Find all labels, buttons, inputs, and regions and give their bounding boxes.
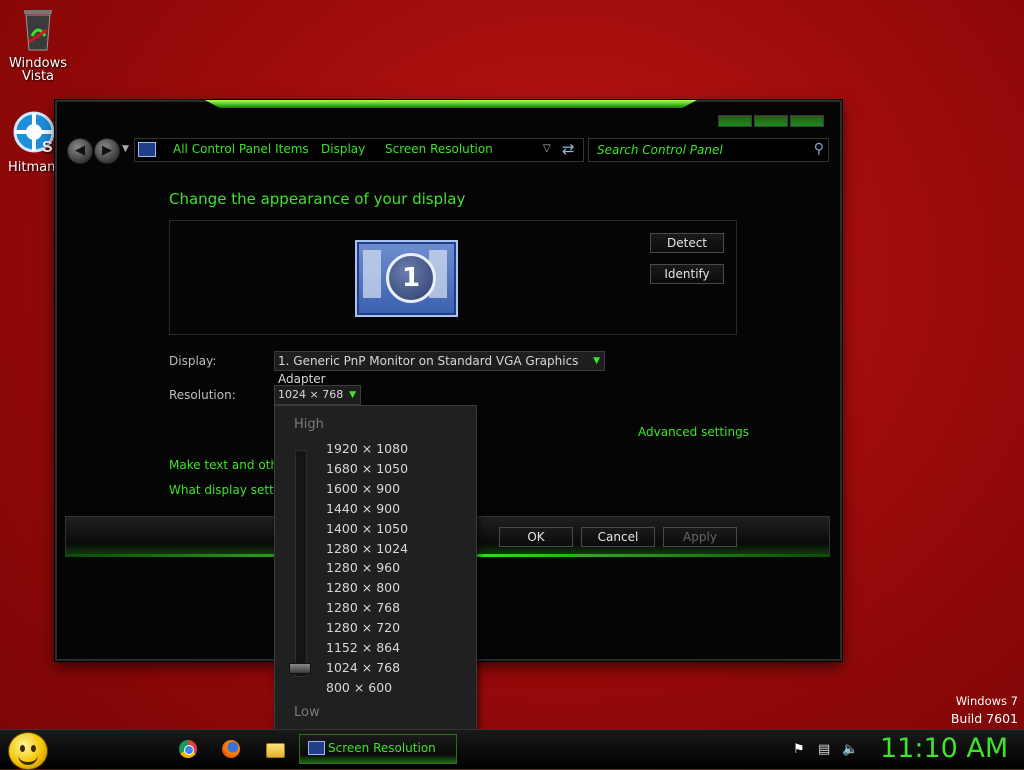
resolution-select[interactable]: 1024 × 768 ▼	[274, 385, 361, 405]
resolution-dropdown: High 1920 × 1080 1680 × 1050 1600 × 900 144…	[274, 405, 477, 732]
back-button[interactable]: ◀	[67, 138, 93, 164]
watermark-os: Windows 7	[955, 694, 1018, 708]
windows-watermark: Windows 7 Build 7601	[951, 694, 1018, 726]
resolution-option[interactable]: 1280 × 960	[326, 560, 400, 575]
monitor-number-badge: 1	[386, 253, 436, 303]
search-icon[interactable]: ⚲	[814, 141, 824, 157]
volume-icon[interactable]: 🔈	[842, 742, 858, 757]
action-center-flag-icon[interactable]: ⚑	[793, 742, 805, 757]
cancel-button[interactable]: Cancel	[581, 527, 655, 547]
window-controls	[718, 115, 824, 127]
display-label: Display:	[169, 354, 217, 368]
chevron-down-icon: ▼	[349, 390, 356, 400]
breadcrumb-display[interactable]: Display	[321, 142, 365, 156]
resolution-option[interactable]: 1280 × 720	[326, 620, 400, 635]
start-button[interactable]	[8, 732, 48, 770]
resolution-label: Resolution:	[169, 388, 236, 402]
resolution-option[interactable]: 1600 × 900	[326, 481, 400, 496]
back-arrow-icon: ◀	[75, 143, 85, 158]
taskbar-clock[interactable]: 11:10 AM	[880, 733, 1008, 764]
chevron-down-icon: ▼	[593, 356, 600, 366]
network-icon[interactable]: ▤	[818, 742, 830, 757]
taskbar-item-label: Screen Resolution	[328, 741, 436, 755]
desktop-icon-recycle-bin[interactable]: Windows Vista	[2, 6, 74, 84]
taskbar-item-screen-resolution[interactable]: Screen Resolution	[299, 734, 457, 764]
firefox-icon[interactable]	[222, 740, 240, 758]
address-bar[interactable]: All Control Panel Items Display Screen R…	[134, 138, 584, 162]
monitor-1-thumbnail[interactable]: 1	[355, 240, 458, 317]
search-input[interactable]	[589, 139, 809, 161]
resolution-option[interactable]: 1920 × 1080	[326, 441, 408, 456]
folder-icon[interactable]	[266, 743, 285, 758]
watermark-build: Build 7601	[950, 711, 1018, 726]
resolution-option[interactable]: 1280 × 800	[326, 580, 400, 595]
control-panel-icon	[138, 142, 156, 157]
resolution-slider-thumb[interactable]	[289, 663, 311, 674]
display-select-value: 1. Generic PnP Monitor on Standard VGA G…	[278, 354, 579, 386]
address-chevron-down-icon[interactable]: ▽	[543, 143, 551, 154]
resolution-option[interactable]: 1024 × 768	[326, 660, 400, 675]
maximize-button[interactable]	[754, 115, 788, 127]
breadcrumb-screen-resolution[interactable]: Screen Resolution	[385, 142, 493, 156]
svg-text:S: S	[42, 139, 53, 156]
high-label: High	[294, 417, 324, 432]
resolution-select-value: 1024 × 768	[278, 388, 344, 401]
taskbar: Screen Resolution ⚑ ▤ 🔈 11:10 AM	[0, 729, 1024, 770]
resolution-option[interactable]: 1280 × 1024	[326, 541, 408, 556]
window-top-glow	[205, 100, 697, 108]
monitor-window-graphic	[363, 250, 381, 298]
breadcrumb-all-control-panel-items[interactable]: All Control Panel Items	[173, 142, 309, 156]
chrome-icon[interactable]	[179, 740, 197, 758]
minimize-button[interactable]	[718, 115, 752, 127]
forward-button[interactable]: ▶	[94, 138, 120, 164]
resolution-option[interactable]: 1440 × 900	[326, 501, 400, 516]
forward-arrow-icon: ▶	[102, 143, 112, 158]
resolution-option[interactable]: 800 × 600	[326, 680, 392, 695]
page-title: Change the appearance of your display	[169, 190, 466, 208]
resolution-slider-track[interactable]	[295, 450, 307, 677]
display-preview-area: 1 Detect Identify	[169, 220, 737, 335]
detect-button[interactable]: Detect	[650, 233, 724, 253]
ok-button[interactable]: OK	[499, 527, 573, 547]
search-box[interactable]: ⚲	[588, 138, 829, 162]
identify-button[interactable]: Identify	[650, 264, 724, 284]
refresh-icon[interactable]: ⇄	[562, 140, 575, 158]
advanced-settings-link[interactable]: Advanced settings	[638, 425, 749, 439]
resolution-option[interactable]: 1680 × 1050	[326, 461, 408, 476]
low-label: Low	[294, 705, 320, 720]
apply-button[interactable]: Apply	[663, 527, 737, 547]
desktop-icon-label: Vista	[21, 69, 55, 84]
recent-pages-chevron-down-icon[interactable]: ▼	[122, 144, 129, 154]
hitman-app-icon: S	[12, 110, 56, 156]
resolution-option[interactable]: 1152 × 864	[326, 640, 400, 655]
recycle-bin-icon	[21, 6, 55, 52]
resolution-option[interactable]: 1400 × 1050	[326, 521, 408, 536]
close-button[interactable]	[790, 115, 824, 127]
screen-resolution-icon	[308, 741, 325, 755]
resolution-option[interactable]: 1280 × 768	[326, 600, 400, 615]
display-select[interactable]: 1. Generic PnP Monitor on Standard VGA G…	[274, 351, 605, 386]
